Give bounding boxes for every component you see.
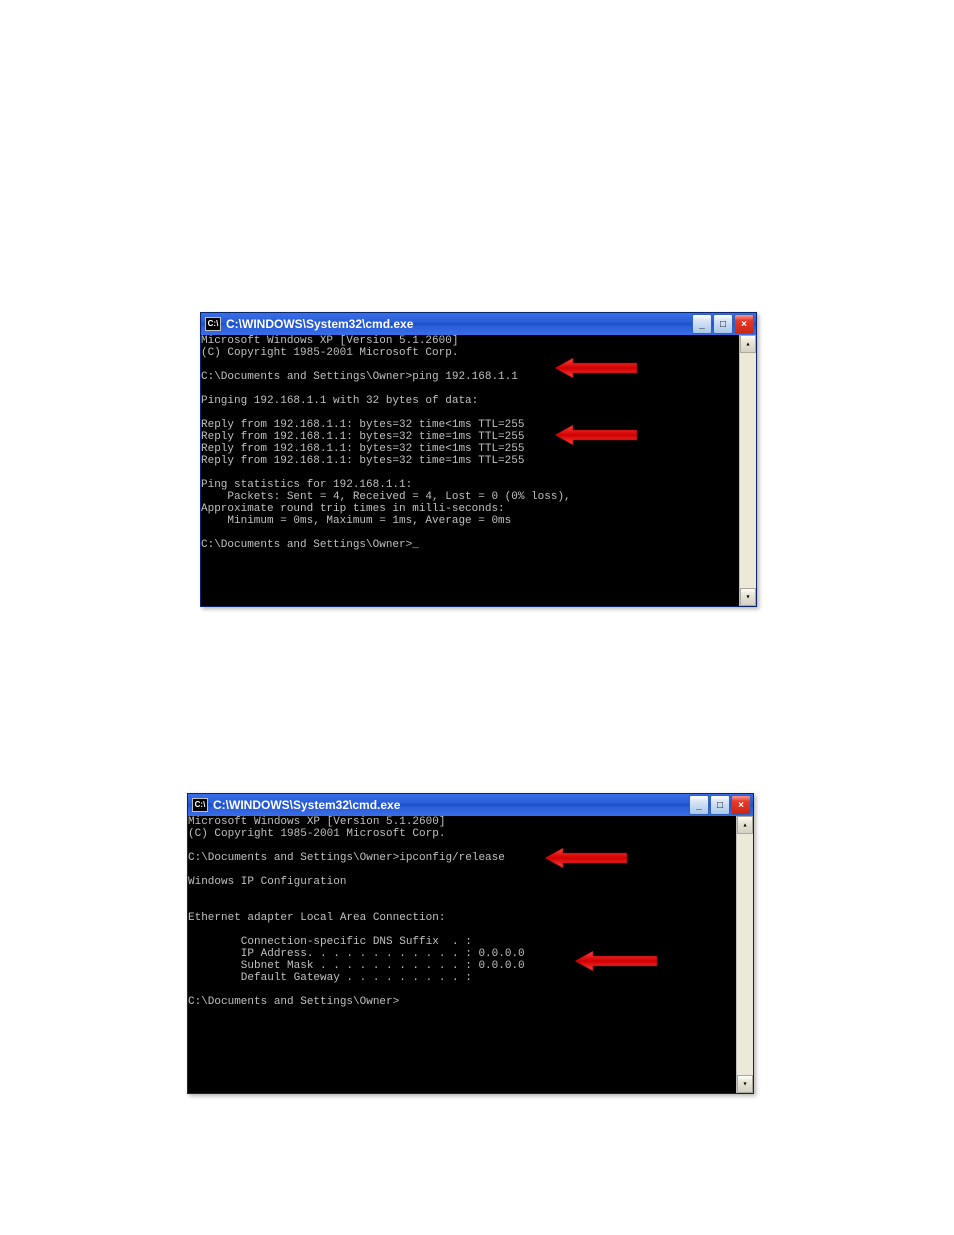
cmd-window-ipconfig: C:\ C:\WINDOWS\System32\cmd.exe _ □ × Mi… (187, 793, 754, 1094)
window-controls: _ □ × (691, 314, 754, 334)
maximize-button[interactable]: □ (710, 795, 730, 815)
vertical-scrollbar[interactable]: ▴ ▾ (736, 816, 753, 1093)
maximize-button[interactable]: □ (713, 314, 733, 334)
scroll-up-button[interactable]: ▴ (740, 335, 756, 353)
cmd-icon: C:\ (192, 798, 208, 812)
minimize-button[interactable]: _ (692, 314, 712, 334)
window-controls: _ □ × (688, 795, 751, 815)
cmd-icon: C:\ (205, 317, 221, 331)
scroll-track[interactable] (740, 353, 756, 588)
titlebar[interactable]: C:\ C:\WINDOWS\System32\cmd.exe _ □ × (201, 313, 756, 335)
titlebar[interactable]: C:\ C:\WINDOWS\System32\cmd.exe _ □ × (188, 794, 753, 816)
console-body: Microsoft Windows XP [Version 5.1.2600] … (201, 335, 756, 606)
cmd-window-ping: C:\ C:\WINDOWS\System32\cmd.exe _ □ × Mi… (200, 312, 757, 607)
close-button[interactable]: × (731, 795, 751, 815)
window-title: C:\WINDOWS\System32\cmd.exe (226, 317, 691, 331)
scroll-track[interactable] (737, 834, 753, 1075)
close-button[interactable]: × (734, 314, 754, 334)
window-title: C:\WINDOWS\System32\cmd.exe (213, 798, 688, 812)
minimize-button[interactable]: _ (689, 795, 709, 815)
console-output[interactable]: Microsoft Windows XP [Version 5.1.2600] … (188, 816, 736, 1093)
scroll-down-button[interactable]: ▾ (740, 588, 756, 606)
scroll-up-button[interactable]: ▴ (737, 816, 753, 834)
console-body: Microsoft Windows XP [Version 5.1.2600] … (188, 816, 753, 1093)
console-output[interactable]: Microsoft Windows XP [Version 5.1.2600] … (201, 335, 739, 606)
scroll-down-button[interactable]: ▾ (737, 1075, 753, 1093)
vertical-scrollbar[interactable]: ▴ ▾ (739, 335, 756, 606)
